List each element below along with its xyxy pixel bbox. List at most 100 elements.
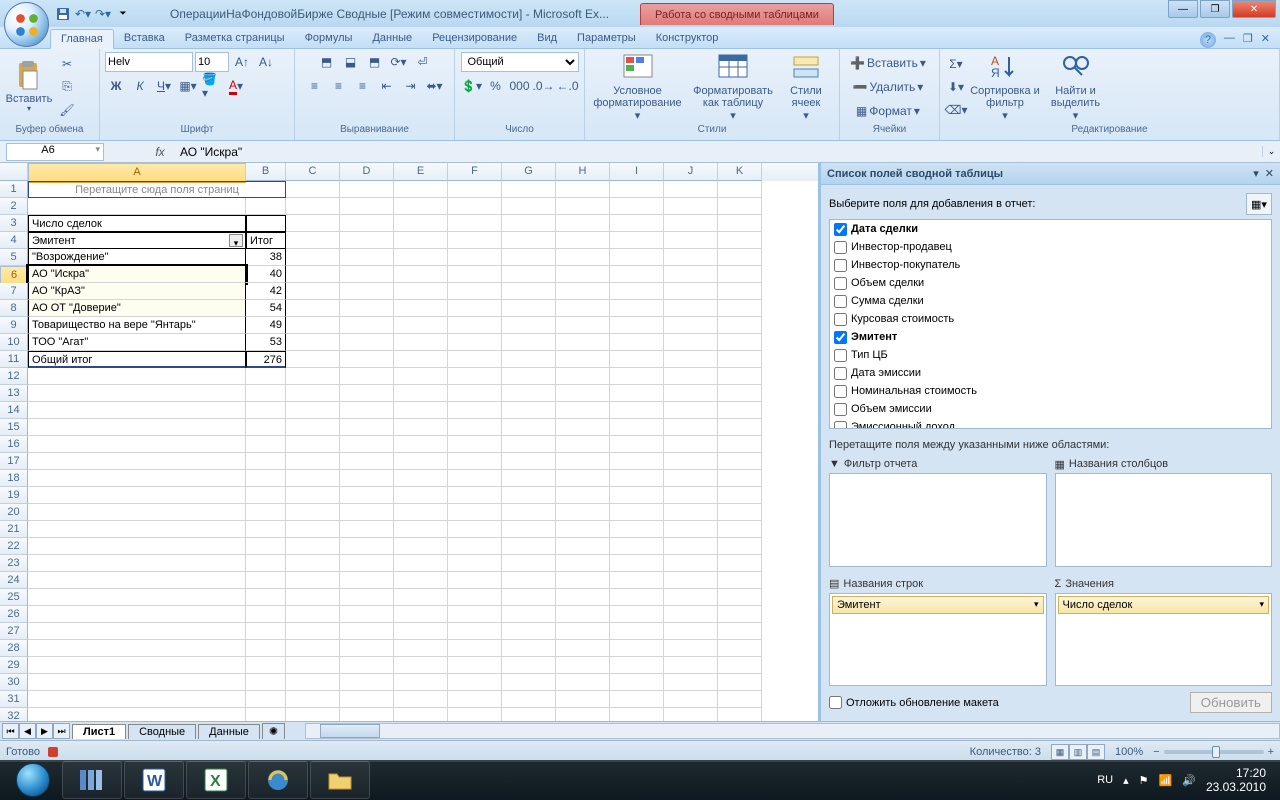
cell[interactable] [286,317,340,334]
cell[interactable] [502,521,556,538]
cell[interactable] [610,368,664,385]
cell[interactable] [556,470,610,487]
cell[interactable] [394,623,448,640]
cell[interactable] [502,419,556,436]
help-icon[interactable]: ? [1200,32,1216,48]
cell[interactable] [28,487,246,504]
expand-formula-bar-icon[interactable]: ⌄ [1262,146,1280,157]
cell[interactable] [556,589,610,606]
cell[interactable] [610,215,664,232]
row-header[interactable]: 14 [0,402,28,419]
cell[interactable] [556,538,610,555]
cell[interactable] [286,215,340,232]
increase-font-icon[interactable]: A↑ [231,51,253,73]
cell[interactable] [394,351,448,368]
cell[interactable] [448,283,502,300]
cell[interactable] [664,317,718,334]
cell[interactable] [340,538,394,555]
cell[interactable] [718,521,762,538]
cell[interactable] [246,368,286,385]
cell[interactable] [664,215,718,232]
cell[interactable] [394,385,448,402]
cell[interactable] [448,623,502,640]
field-item[interactable]: Инвестор-покупатель [830,256,1271,274]
cell[interactable] [394,521,448,538]
cell[interactable] [394,368,448,385]
zoom-in-icon[interactable]: + [1268,746,1274,758]
cell[interactable] [556,640,610,657]
cell[interactable] [556,232,610,249]
taskbar-ie-icon[interactable] [248,761,308,799]
field-item[interactable]: Сумма сделки [830,292,1271,310]
cell[interactable] [664,232,718,249]
cell[interactable] [502,181,556,198]
cell[interactable] [610,708,664,721]
row-header[interactable]: 5 [0,249,28,266]
cell[interactable]: Товарищество на вере "Янтарь" [28,317,246,334]
cell[interactable] [286,674,340,691]
col-header[interactable]: I [610,163,664,181]
cell[interactable] [286,249,340,266]
redo-icon[interactable]: ↷▾ [95,6,111,22]
underline-icon[interactable]: Ч▾ [153,75,175,97]
cell[interactable] [664,300,718,317]
cell[interactable] [718,317,762,334]
tab-Рецензирование[interactable]: Рецензирование [422,29,527,48]
field-item[interactable]: Тип ЦБ [830,346,1271,364]
pane-menu-icon[interactable]: ▾ [1253,167,1259,180]
cell[interactable] [502,572,556,589]
find-select-button[interactable]: Найти и выделить▾ [1043,54,1108,120]
cell[interactable] [340,453,394,470]
tray-clock[interactable]: 17:2023.03.2010 [1206,766,1266,795]
field-item[interactable]: Дата сделки [830,220,1271,238]
cell[interactable] [502,249,556,266]
new-sheet-icon[interactable]: ✺ [262,723,285,739]
values-area[interactable]: Число сделок [1055,593,1273,687]
col-header[interactable]: G [502,163,556,181]
minimize-button[interactable]: — [1168,0,1198,18]
cell[interactable] [340,640,394,657]
cell[interactable] [286,691,340,708]
comma-icon[interactable]: 000 [509,75,531,97]
insert-cells-button[interactable]: ➕ Вставить ▾ [845,52,931,74]
cell[interactable] [556,181,610,198]
cell[interactable] [448,351,502,368]
italic-icon[interactable]: К [129,75,151,97]
field-checkbox[interactable] [834,403,847,416]
cell[interactable] [664,657,718,674]
cell[interactable] [556,249,610,266]
align-right-icon[interactable]: ≡ [352,75,374,97]
row-header[interactable]: 13 [0,385,28,402]
row-header[interactable]: 17 [0,453,28,470]
tab-Параметры[interactable]: Параметры [567,29,646,48]
cell[interactable] [28,504,246,521]
cell[interactable] [718,504,762,521]
cell[interactable] [286,334,340,351]
cell[interactable] [556,436,610,453]
cell[interactable] [394,674,448,691]
tab-Вид[interactable]: Вид [527,29,567,48]
cell[interactable] [340,283,394,300]
cell[interactable] [502,453,556,470]
cell[interactable]: 42 [246,283,286,300]
cell[interactable] [718,351,762,368]
close-button[interactable]: ✕ [1232,0,1276,18]
undo-icon[interactable]: ↶▾ [75,6,91,22]
cell[interactable] [556,453,610,470]
cell[interactable] [610,606,664,623]
cell[interactable] [286,606,340,623]
cell[interactable] [502,708,556,721]
cut-icon[interactable]: ✂ [56,53,78,75]
cell[interactable] [556,708,610,721]
cell[interactable] [718,215,762,232]
cell[interactable] [246,470,286,487]
cell[interactable] [448,334,502,351]
orientation-icon[interactable]: ⟳▾ [388,51,410,73]
tab-Главная[interactable]: Главная [50,29,114,49]
restore-window-icon[interactable]: ❐ [1243,32,1253,48]
cell[interactable] [448,555,502,572]
border-icon[interactable]: ▦▾ [177,75,199,97]
row-header[interactable]: 16 [0,436,28,453]
cell[interactable] [340,691,394,708]
cell[interactable] [610,198,664,215]
